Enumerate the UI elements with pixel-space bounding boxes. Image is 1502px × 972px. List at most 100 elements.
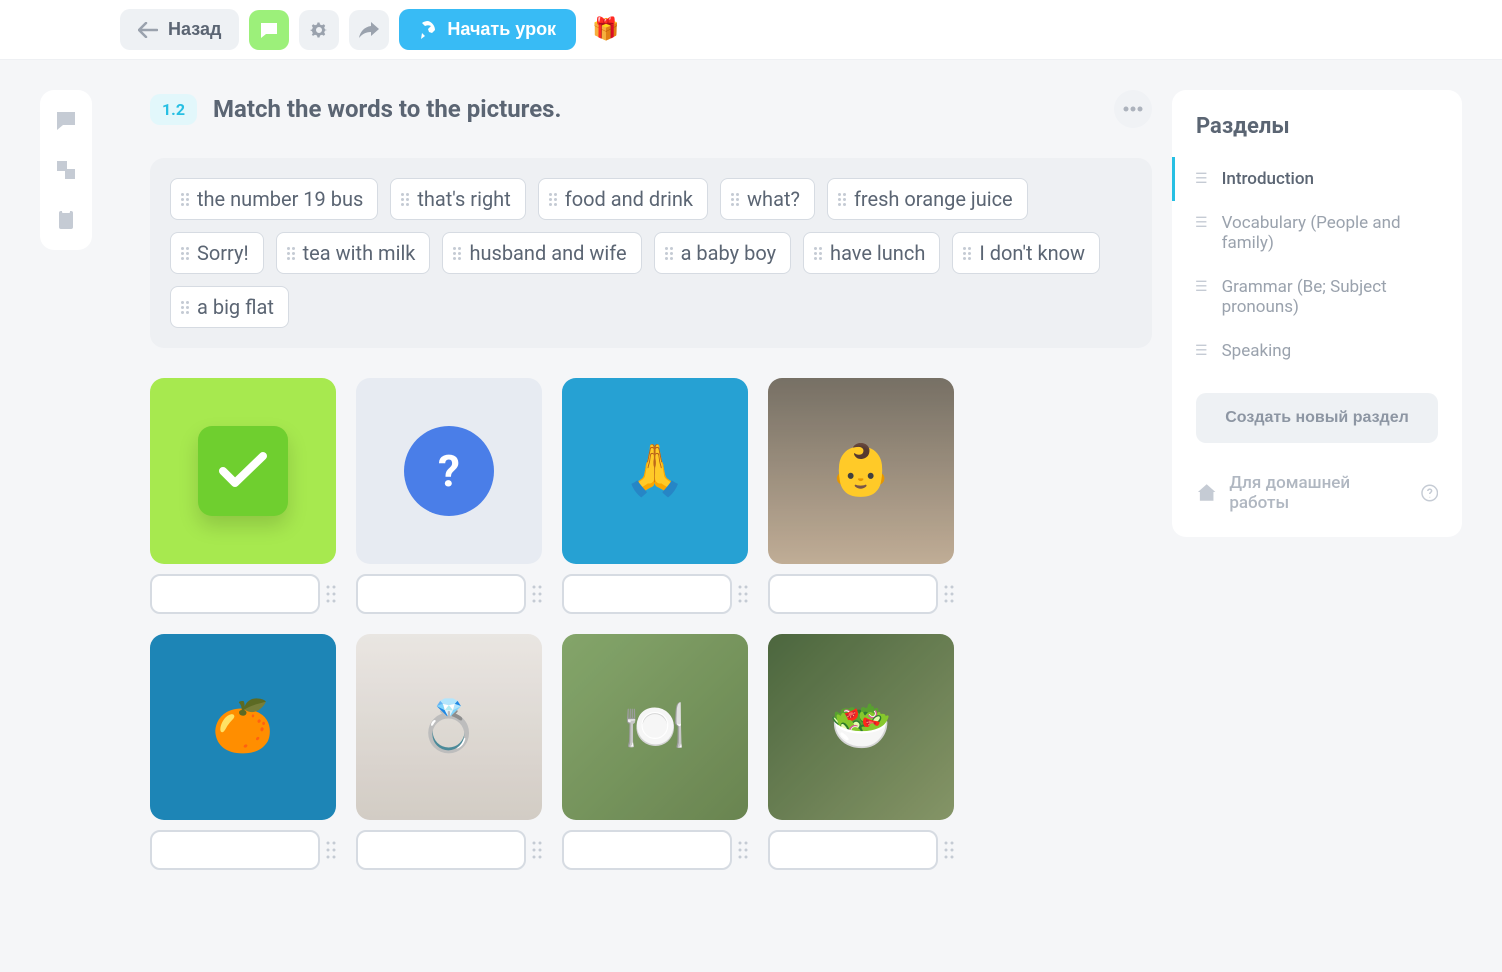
main-content: 1.2 Match the words to the pictures. the… (100, 60, 1172, 972)
drop-row (356, 574, 542, 614)
image-card: 🙏 (562, 378, 748, 614)
word-chip[interactable]: tea with milk (276, 232, 431, 274)
drop-handle-icon[interactable] (944, 584, 954, 604)
more-button[interactable] (1114, 90, 1152, 128)
image-card: 🍊 (150, 634, 336, 870)
word-text: tea with milk (303, 241, 416, 265)
homework-row[interactable]: Для домашней работы (1172, 443, 1462, 513)
section-item[interactable]: ☰ Vocabulary (People and family) (1172, 201, 1462, 265)
topbar: Назад Начать урок 🎁 (0, 0, 1502, 60)
word-chip[interactable]: I don't know (952, 232, 1100, 274)
drop-row (150, 574, 336, 614)
back-button[interactable]: Назад (120, 9, 239, 50)
section-label: Introduction (1222, 169, 1314, 189)
drop-handle-icon[interactable] (944, 840, 954, 860)
rail-card (40, 90, 92, 250)
image-card: 🍽️ (562, 634, 748, 870)
image-grid: ?🙏👶 🍊💍🍽️🥗 (150, 378, 1152, 870)
chat-icon (54, 108, 78, 132)
word-text: what? (747, 187, 800, 211)
section-item[interactable]: ☰ Grammar (Be; Subject pronouns) (1172, 265, 1462, 329)
drop-zone[interactable] (150, 830, 320, 870)
drop-zone[interactable] (768, 574, 938, 614)
section-list: ☰ Introduction ☰ Vocabulary (People and fam… (1172, 157, 1462, 373)
drop-handle-icon[interactable] (532, 584, 542, 604)
image-card: 👶 (768, 378, 954, 614)
word-chip[interactable]: husband and wife (442, 232, 641, 274)
word-text: food and drink (565, 187, 693, 211)
clipboard-icon (54, 208, 78, 232)
word-chip[interactable]: the number 19 bus (170, 178, 378, 220)
section-item[interactable]: ☰Speaking (1172, 329, 1462, 373)
drop-row (768, 574, 954, 614)
image-card: ? (356, 378, 542, 614)
drop-row (150, 830, 336, 870)
drop-zone[interactable] (768, 830, 938, 870)
drop-handle-icon[interactable] (532, 840, 542, 860)
image-oranges: 🍊 (150, 634, 336, 820)
settings-button[interactable] (299, 10, 339, 50)
image-hands: 💍 (356, 634, 542, 820)
word-chip[interactable]: that's right (390, 178, 525, 220)
sidebar: Разделы ☰Introduction☰Vocabulary (People… (1172, 60, 1502, 972)
back-label: Назад (168, 19, 221, 40)
sections-card: Разделы ☰Introduction☰Vocabulary (People… (1172, 90, 1462, 537)
drag-icon: ☰ (1195, 279, 1208, 295)
image-card (150, 378, 336, 614)
image-food: 🥗 (768, 634, 954, 820)
image-card: 🥗 (768, 634, 954, 870)
word-chip[interactable]: fresh orange juice (827, 178, 1028, 220)
drop-zone[interactable] (356, 830, 526, 870)
word-chip[interactable]: food and drink (538, 178, 708, 220)
dots-icon (1123, 106, 1143, 112)
task-title: Match the words to the pictures. (213, 95, 1098, 123)
drop-zone[interactable] (562, 574, 732, 614)
image-praying: 🙏 (562, 378, 748, 564)
gear-icon (309, 20, 329, 40)
drop-zone[interactable] (150, 574, 320, 614)
drop-handle-icon[interactable] (738, 840, 748, 860)
word-chip[interactable]: Sorry! (170, 232, 264, 274)
word-chip[interactable]: a baby boy (654, 232, 791, 274)
word-text: fresh orange juice (854, 187, 1013, 211)
word-chip[interactable]: have lunch (803, 232, 940, 274)
left-rail (0, 60, 100, 972)
drop-handle-icon[interactable] (326, 840, 336, 860)
section-item[interactable]: ☰ Introduction (1172, 157, 1462, 201)
translate-icon (54, 158, 78, 182)
help-icon (1421, 484, 1438, 502)
layout: 1.2 Match the words to the pictures. the… (0, 60, 1502, 972)
image-lunch: 🍽️ (562, 634, 748, 820)
drop-row (562, 830, 748, 870)
word-text: I don't know (979, 241, 1085, 265)
drop-handle-icon[interactable] (326, 584, 336, 604)
image-question: ? (356, 378, 542, 564)
rail-clipboard-button[interactable] (48, 202, 84, 238)
drop-zone[interactable] (562, 830, 732, 870)
word-chip[interactable]: a big flat (170, 286, 289, 328)
image-check (150, 378, 336, 564)
task-number: 1.2 (150, 94, 197, 125)
drag-icon: ☰ (1195, 171, 1208, 187)
task-header: 1.2 Match the words to the pictures. (150, 90, 1152, 128)
rocket-icon (419, 21, 437, 39)
talk-button[interactable] (249, 10, 289, 50)
rail-translate-button[interactable] (48, 152, 84, 188)
start-lesson-button[interactable]: Начать урок (399, 9, 576, 50)
word-text: husband and wife (469, 241, 626, 265)
word-chip[interactable]: what? (720, 178, 815, 220)
gift-icon[interactable]: 🎁 (586, 10, 626, 50)
share-button[interactable] (349, 10, 389, 50)
drop-handle-icon[interactable] (738, 584, 748, 604)
create-section-button[interactable]: Создать новый раздел (1196, 393, 1438, 443)
word-text: a big flat (197, 295, 274, 319)
section-label: Grammar (Be; Subject pronouns) (1222, 277, 1438, 317)
word-text: Sorry! (197, 241, 249, 265)
start-label: Начать урок (447, 19, 556, 40)
section-label: Vocabulary (People and family) (1222, 213, 1438, 253)
drop-zone[interactable] (356, 574, 526, 614)
rail-chat-button[interactable] (48, 102, 84, 138)
drag-icon: ☰ (1195, 215, 1208, 231)
section-label: Speaking (1222, 341, 1292, 361)
home-icon (1196, 482, 1217, 504)
